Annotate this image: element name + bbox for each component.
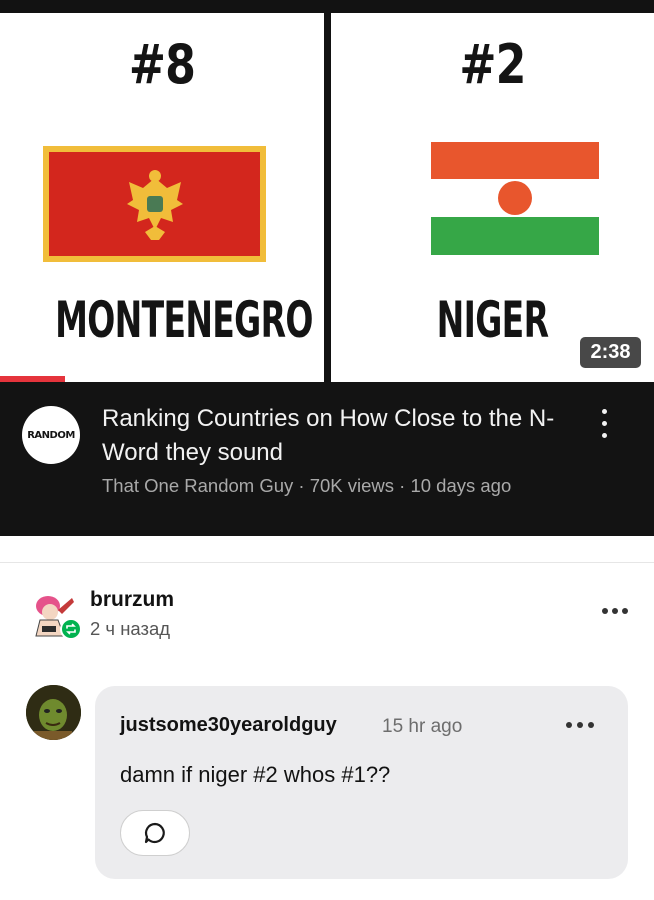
montenegro-flag (43, 146, 266, 262)
thumbnail-left-panel: #8 MONTENEGRO (0, 13, 324, 382)
left-country-label: MONTENEGRO (55, 291, 313, 349)
comment-avatar[interactable] (26, 685, 81, 740)
channel-avatar[interactable]: RANDOM (22, 406, 80, 464)
comment-timestamp: 15 hr ago (382, 716, 463, 737)
channel-avatar-text: RANDOM (27, 429, 75, 441)
duration-badge: 2:38 (580, 337, 641, 368)
post-username[interactable]: brurzum (90, 588, 174, 612)
video-info-bar: RANDOM Ranking Countries on How Close to… (0, 382, 654, 536)
right-rank: #2 (459, 33, 526, 96)
more-dots-icon[interactable] (600, 605, 630, 617)
section-divider (0, 562, 654, 563)
thumbnail-right-panel: #2 NIGER (331, 13, 654, 382)
reply-button[interactable] (120, 810, 190, 856)
reply-bubble-icon (144, 822, 165, 844)
reblog-icon (60, 618, 82, 640)
thumbnail-divider (324, 13, 331, 382)
comment-text: damn if niger #2 whos #1?? (120, 762, 391, 787)
comment-more-icon[interactable] (564, 719, 596, 731)
video-title[interactable]: Ranking Countries on How Close to the N-… (102, 402, 572, 470)
video-meta: That One Random Guy · 70K views · 10 day… (102, 475, 512, 496)
thumbnail-top-bar (0, 0, 654, 13)
comment-bubble: justsome30yearoldguy 15 hr ago damn if n… (95, 686, 628, 879)
right-country-label: NIGER (436, 291, 549, 349)
kebab-menu-icon[interactable] (594, 407, 616, 441)
video-thumbnail[interactable]: #8 MONTENEGRO #2 NIGER 2:38 (0, 0, 654, 382)
left-rank: #8 (128, 33, 196, 96)
post-timestamp: 2 ч назад (90, 618, 171, 639)
comment-username[interactable]: justsome30yearoldguy (120, 714, 337, 737)
niger-flag (431, 142, 599, 255)
